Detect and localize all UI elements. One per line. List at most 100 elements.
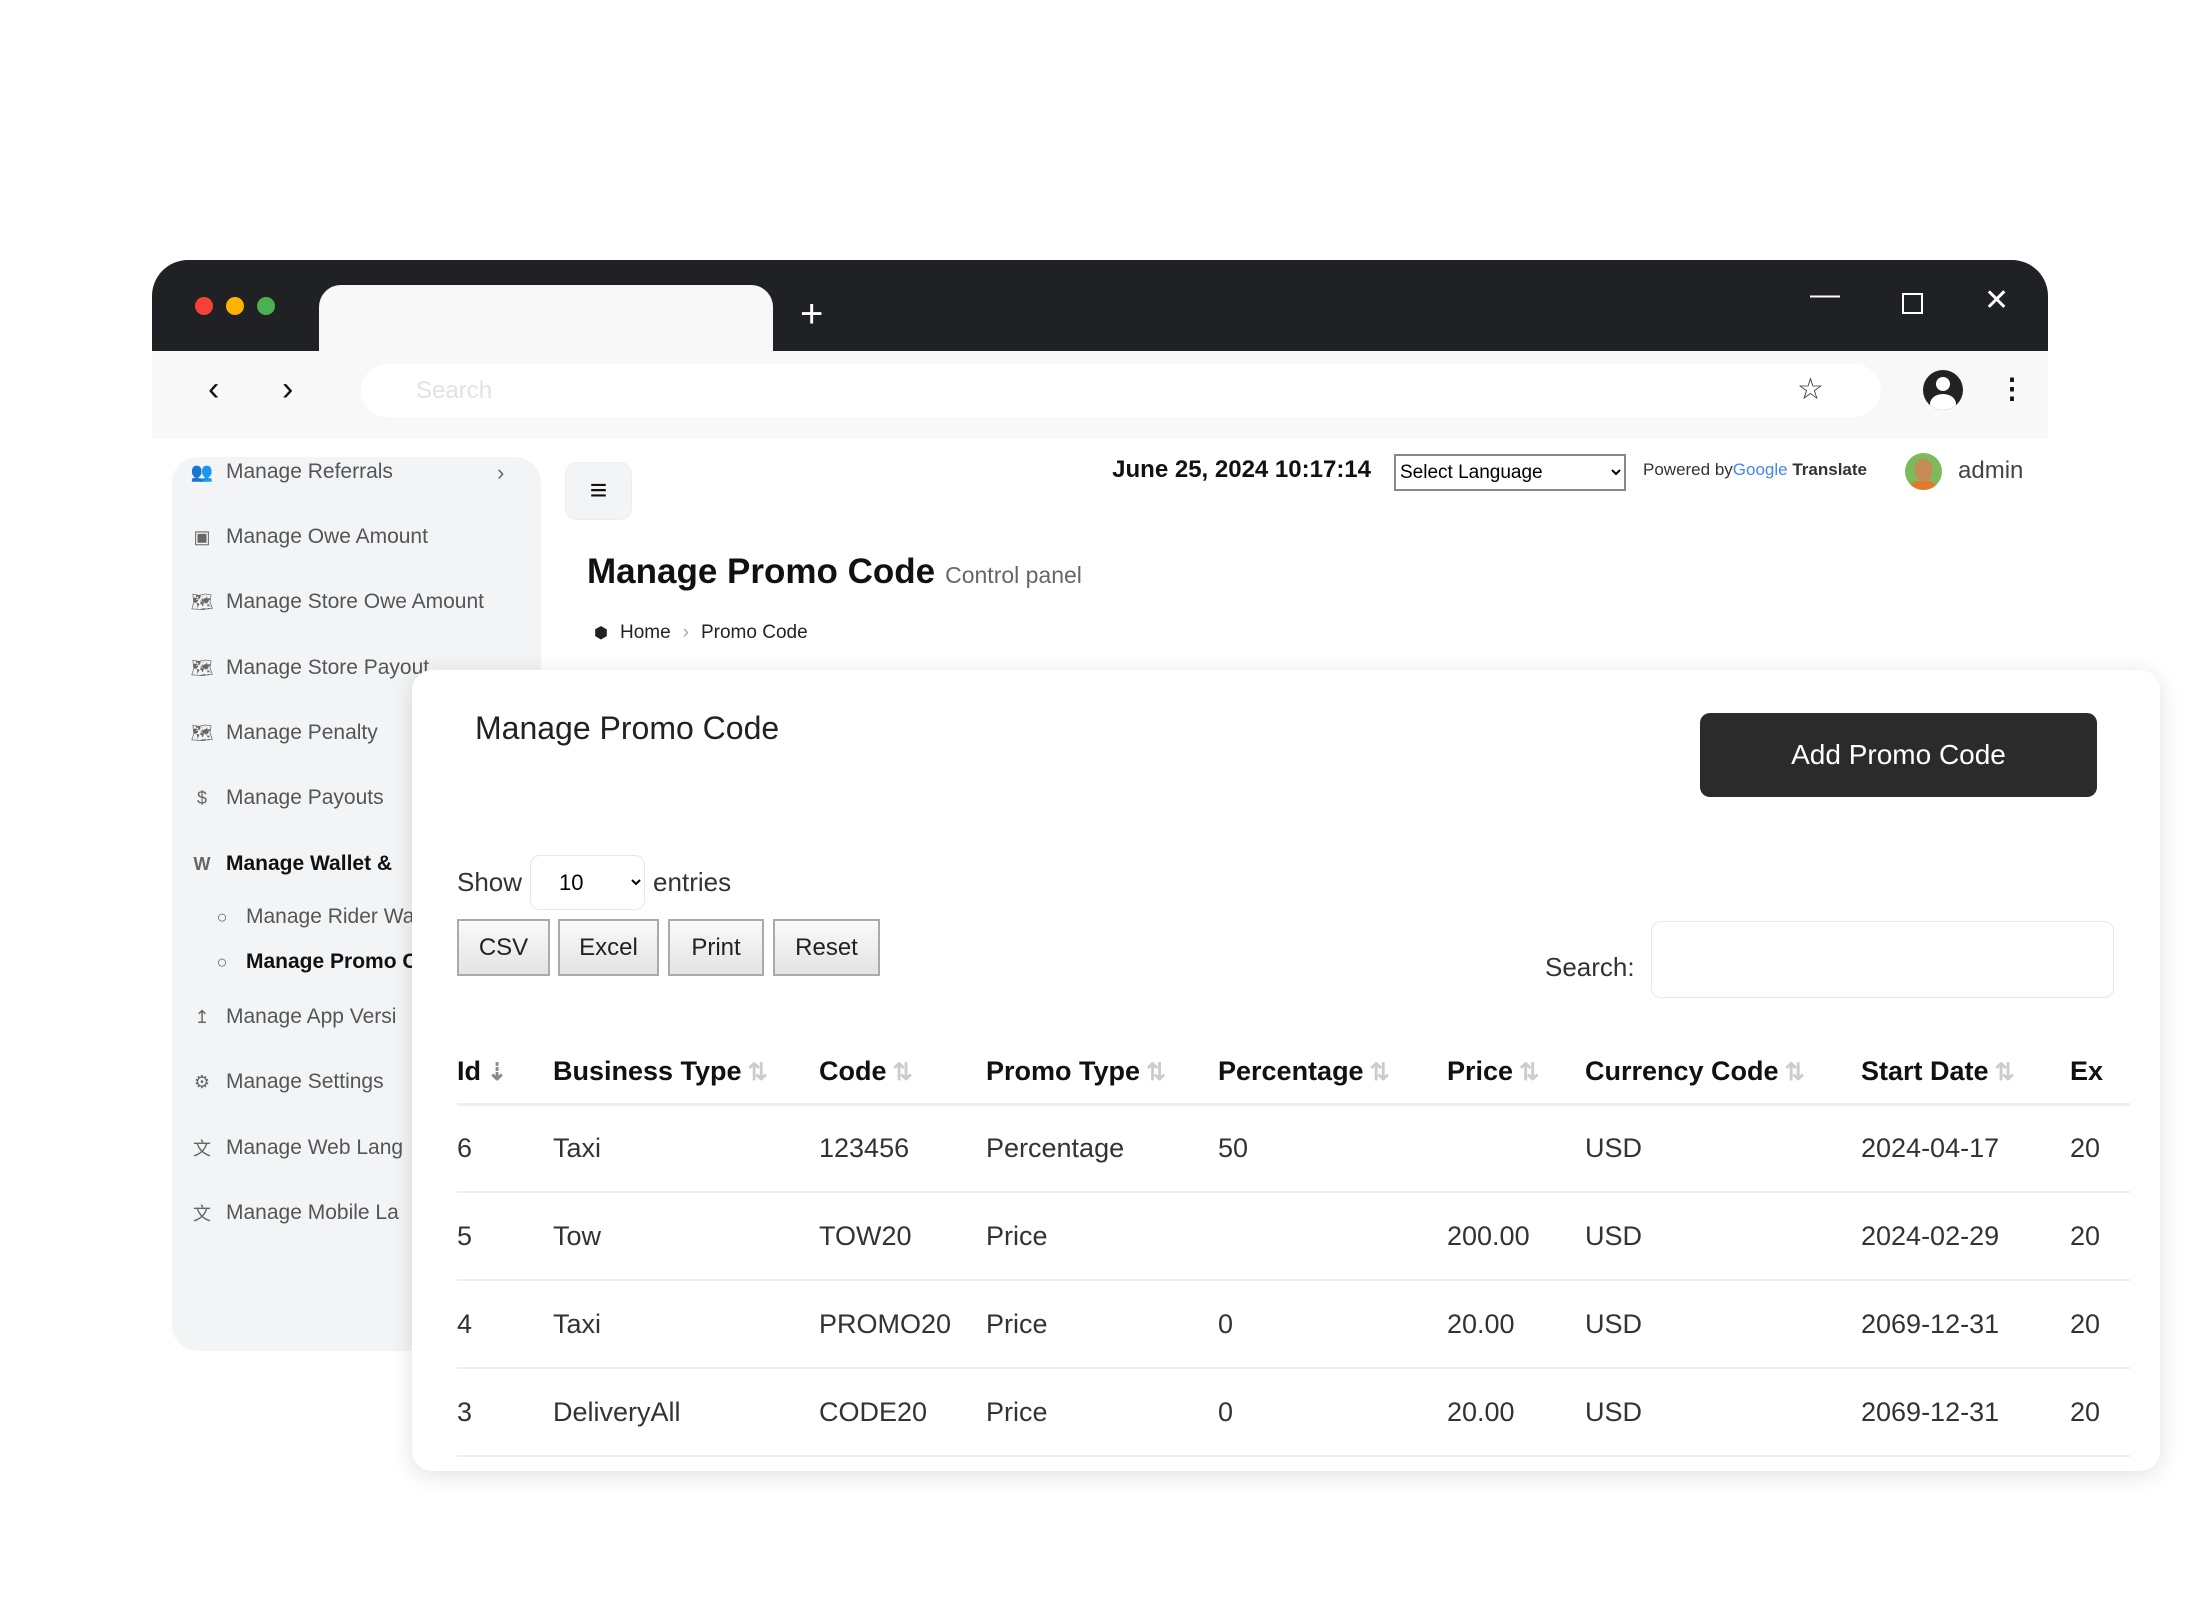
table-cell: 0 <box>1218 1368 1447 1457</box>
address-bar[interactable] <box>361 364 1881 417</box>
sort-icon[interactable]: ⇅ <box>1995 1059 2015 1086</box>
table-cell: 50 <box>1218 1104 1447 1193</box>
map-icon: 🗺 <box>190 722 214 743</box>
sidebar-item[interactable]: 👥 Manage Referrals <box>190 460 393 484</box>
sidebar-item[interactable]: ↥ Manage App Versi <box>190 1005 396 1029</box>
avatar[interactable] <box>1905 453 1942 490</box>
chevron-right-icon[interactable]: › <box>497 460 504 486</box>
table-cell: Price <box>986 1280 1218 1369</box>
print-button[interactable]: Print <box>668 919 764 976</box>
sort-desc-icon[interactable]: ⇣ <box>487 1059 507 1086</box>
google-translate-credit[interactable]: Powered byGoogle Translate <box>1643 460 1867 480</box>
sidebar-item[interactable]: 🗺 Manage Penalty <box>190 721 378 745</box>
breadcrumb-home[interactable]: Home <box>620 622 671 644</box>
table-cell: USD <box>1585 1280 1861 1369</box>
sort-icon[interactable]: ⇅ <box>893 1059 913 1086</box>
sidebar-item-label: Manage Owe Amount <box>226 525 428 548</box>
maximize-dot-icon[interactable] <box>257 297 275 315</box>
sidebar-item[interactable]: W Manage Wallet & <box>190 852 393 876</box>
star-icon[interactable]: ☆ <box>1797 372 1824 407</box>
csv-button[interactable]: CSV <box>457 919 550 976</box>
sidebar-item[interactable]: ○ Manage Promo C <box>210 950 418 974</box>
table-cell: Tow <box>553 1192 819 1281</box>
column-header[interactable]: Promo Type ⇅ <box>986 1040 1218 1106</box>
circle-icon: ○ <box>216 906 228 927</box>
sidebar-item[interactable]: ⚙ Manage Settings <box>190 1070 384 1094</box>
close-dot-icon[interactable] <box>195 297 213 315</box>
column-header[interactable]: Ex <box>2070 1040 2130 1106</box>
add-promo-code-button[interactable]: Add Promo Code <box>1700 713 2097 797</box>
breadcrumb-current: Promo Code <box>700 622 808 643</box>
search-label: Search: <box>1545 952 1635 982</box>
column-header[interactable]: Price ⇅ <box>1447 1040 1585 1106</box>
menu-toggle-button[interactable]: ≡ <box>565 462 632 520</box>
sort-icon[interactable]: ⇅ <box>748 1059 768 1086</box>
breadcrumb-separator-icon: › <box>682 622 689 643</box>
table-cell: 123456 <box>819 1104 986 1193</box>
back-icon[interactable]: ‹ <box>208 370 219 409</box>
promo-code-card: Manage Promo Code Add Promo Code Show 10… <box>412 670 2160 1471</box>
powered-by-text: Powered by <box>1643 460 1733 479</box>
excel-button[interactable]: Excel <box>558 919 659 976</box>
sidebar-item[interactable]: 🗺 Manage Store Owe Amount <box>190 590 484 614</box>
table-row: 4 Taxi PROMO20 Price 0 20.00 USD 2069-12-31 20 <box>457 1280 2130 1369</box>
table-cell: 2024-02-29 <box>1861 1192 2070 1281</box>
page-title: Manage Promo Code Control panel <box>587 552 1082 592</box>
sidebar-item[interactable]: $ Manage Payouts <box>190 786 384 810</box>
reset-button[interactable]: Reset <box>773 919 880 976</box>
column-header-label: Percentage <box>1218 1055 1364 1086</box>
sort-icon[interactable]: ⇅ <box>1370 1059 1390 1086</box>
sort-icon[interactable]: ⇅ <box>1146 1059 1166 1086</box>
sidebar-item[interactable]: 文 Manage Mobile La <box>190 1200 399 1226</box>
close-icon[interactable]: ✕ <box>1984 283 2009 318</box>
language-select[interactable]: Select Language <box>1394 454 1626 491</box>
sort-icon[interactable]: ⇅ <box>1519 1059 1539 1086</box>
table-cell: 20.00 <box>1447 1280 1585 1369</box>
sort-icon[interactable]: ⇅ <box>1785 1059 1805 1086</box>
minimize-icon[interactable]: — <box>1810 278 1840 312</box>
table-cell: 2024-04-17 <box>1861 1104 2070 1193</box>
table-cell: USD <box>1585 1368 1861 1457</box>
column-header[interactable]: Percentage ⇅ <box>1218 1040 1447 1106</box>
table-cell: 20 <box>2070 1280 2130 1369</box>
sidebar-item[interactable]: ○ Manage Rider Wa <box>210 905 415 929</box>
breadcrumb: ⬢ Home › Promo Code <box>594 622 808 644</box>
sidebar-item[interactable]: 文 Manage Web Lang <box>190 1135 403 1161</box>
new-tab-button[interactable]: + <box>800 292 823 337</box>
minimize-dot-icon[interactable] <box>226 297 244 315</box>
more-icon[interactable]: ⋮ <box>1998 372 2026 405</box>
dollar-icon: $ <box>196 787 207 808</box>
column-header-label: Ex <box>2070 1055 2104 1086</box>
table-cell: 200.00 <box>1447 1192 1585 1281</box>
maximize-icon[interactable] <box>1902 293 1923 314</box>
browser-tab[interactable] <box>319 285 773 351</box>
circle-icon: ○ <box>216 951 228 972</box>
table-cell: 6 <box>457 1104 553 1193</box>
column-header-label: Promo Type <box>986 1055 1141 1086</box>
column-header[interactable]: Business Type ⇅ <box>553 1040 819 1106</box>
table-cell <box>1447 1104 1585 1193</box>
table-row: 5 Tow TOW20 Price 200.00 USD 2024-02-29 20 <box>457 1192 2130 1281</box>
table-cell: 4 <box>457 1280 553 1369</box>
table-cell: 2069-12-31 <box>1861 1368 2070 1457</box>
column-header-label: Price <box>1447 1055 1514 1086</box>
search-input[interactable] <box>1651 921 2114 998</box>
upload-icon: ↥ <box>194 1006 210 1027</box>
wallet-icon: W <box>193 853 211 874</box>
column-header[interactable]: Start Date ⇅ <box>1861 1040 2070 1106</box>
entries-select[interactable]: 10 <box>530 855 646 910</box>
column-header[interactable]: Code ⇅ <box>819 1040 986 1106</box>
column-header[interactable]: Id ⇣ <box>457 1040 553 1106</box>
card-title: Manage Promo Code <box>475 710 780 746</box>
sidebar-item[interactable]: 🗺 Manage Store Payout <box>190 656 430 680</box>
column-header[interactable]: Currency Code ⇅ <box>1585 1040 1861 1106</box>
table-cell: 2069-12-31 <box>1861 1280 2070 1369</box>
profile-icon[interactable] <box>1923 370 1963 410</box>
forward-icon[interactable]: › <box>282 370 293 409</box>
user-name[interactable]: admin <box>1958 457 2023 485</box>
table-cell: 20 <box>2070 1368 2130 1457</box>
table-cell: Taxi <box>553 1280 819 1369</box>
table-cell: Price <box>986 1368 1218 1457</box>
sidebar-item[interactable]: ▣ Manage Owe Amount <box>190 525 428 549</box>
sidebar-item-label: Manage Rider Wa <box>246 905 415 928</box>
